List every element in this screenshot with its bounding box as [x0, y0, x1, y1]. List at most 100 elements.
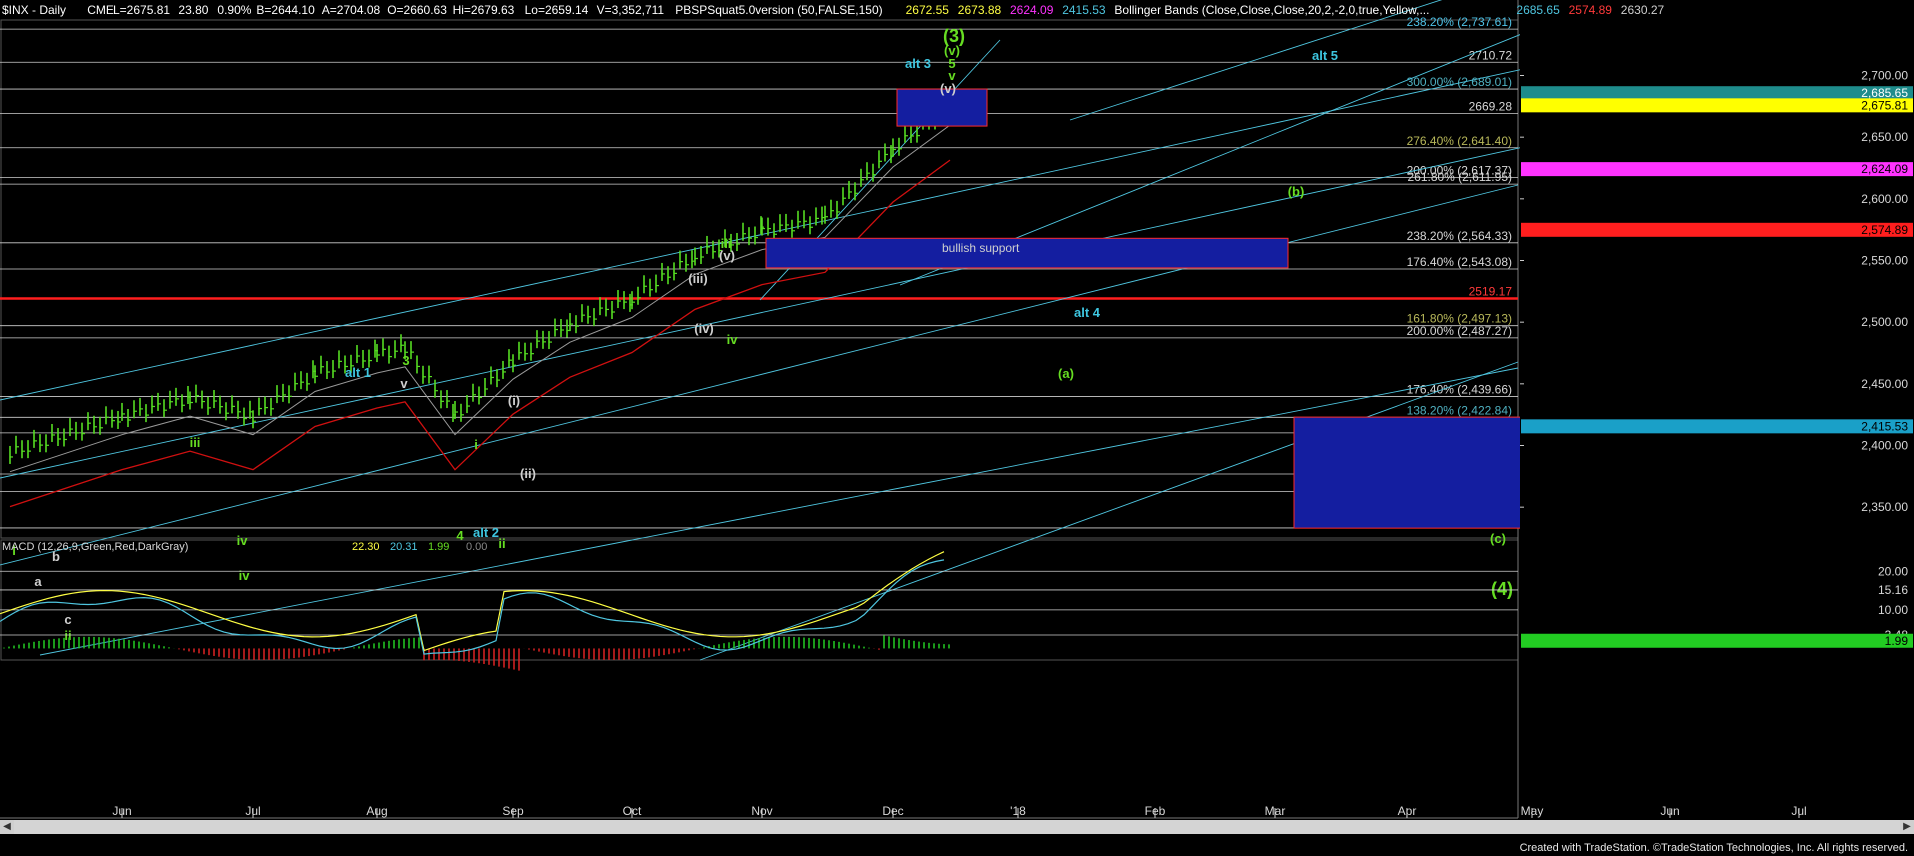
price-tag [1521, 222, 1913, 237]
wave-label: (ii) [520, 466, 536, 481]
macd-value: 22.30 [352, 541, 380, 553]
wave-label: iv [727, 332, 739, 347]
bullish-support-label: bullish support [942, 241, 1020, 255]
wave-label: alt 3 [905, 56, 931, 71]
wave-label: v [400, 376, 408, 391]
wave-label: (4) [1491, 579, 1513, 599]
wave-label: c [64, 612, 71, 627]
wave-label: (iv) [694, 321, 714, 336]
time-tick-label: Jul [245, 804, 260, 818]
wave-label: alt 1 [345, 365, 371, 380]
chart-window: 238.20% (2,737.61) 2710.72 300.00% (2,689.… [0, 0, 1914, 856]
wave-label: iii [190, 435, 201, 450]
price-tag [1521, 98, 1913, 113]
fib-label: 2710.72 [1469, 48, 1513, 62]
time-tick-label: May [1521, 804, 1544, 818]
wave-label: iv [237, 533, 249, 548]
wave-label: (iii) [688, 271, 708, 286]
time-tick-label: Aug [366, 804, 387, 818]
header-field: O=2660.63 [387, 3, 447, 17]
time-tick-label: Jun [1660, 804, 1679, 818]
price-tick-label: 2,400.00 [1861, 439, 1908, 453]
header-field: PBSPSquat5.0version (50,FALSE,150) [675, 3, 882, 17]
fib-label: 200.00% (2,487.27) [1407, 324, 1512, 338]
horizontal-scrollbar[interactable]: ◀ ▶ [0, 820, 1914, 834]
macd-value: 0.00 [466, 541, 487, 553]
macd-tick-label: 10.00 [1878, 603, 1908, 617]
price-tick-label: 2,700.00 [1861, 69, 1908, 83]
price-tag-label: 2,675.81 [1861, 98, 1908, 112]
wave-label: ii [498, 536, 505, 551]
macd-signal-line [0, 559, 945, 655]
wave-label: i [474, 437, 478, 452]
price-tick-label: 2,450.00 [1861, 377, 1908, 391]
scroll-left-icon[interactable]: ◀ [0, 820, 14, 834]
header-field: 23.80 [178, 3, 208, 17]
fib-label: 176.40% (2,543.08) [1407, 255, 1512, 269]
time-tick-label: Apr [1398, 804, 1417, 818]
price-tag [1521, 419, 1913, 434]
fib-label: 300.00% (2,689.01) [1407, 75, 1512, 89]
header-field: Bollinger Bands (Close,Close,Close,20,2,… [1114, 3, 1429, 17]
header-field: 2685.65 [1516, 3, 1560, 17]
time-tick-label: Jul [1791, 804, 1806, 818]
header-field: V=3,352,711 [597, 3, 665, 17]
price-tick-label: 2,550.00 [1861, 254, 1908, 268]
moving-average-line [9, 159, 951, 508]
price-tick-label: 2,350.00 [1861, 500, 1908, 514]
header-field: 2624.09 [1010, 3, 1054, 17]
header-field: CME [87, 3, 114, 17]
fib-label: 2669.28 [1469, 99, 1513, 113]
header-field: 2630.27 [1621, 3, 1665, 17]
wave-label: ii [64, 628, 71, 643]
trend-line [0, 21, 1741, 401]
time-tick-label: Nov [751, 804, 772, 818]
header-field: Lo=2659.14 [525, 3, 589, 17]
price-tag-label: 2,415.53 [1861, 419, 1908, 433]
fib-label: 261.80% (2,611.95) [1407, 170, 1512, 184]
header-field: Hi=2679.63 [453, 3, 515, 17]
wave-label: (i) [508, 393, 520, 408]
header-field: B=2644.10 [256, 3, 315, 17]
fib-label: 176.40% (2,439.66) [1407, 383, 1512, 397]
fib-label: 238.20% (2,564.33) [1407, 229, 1512, 243]
wave-label: alt 2 [473, 525, 499, 540]
time-tick-label: Mar [1265, 804, 1286, 818]
fib-label: 2519.17 [1469, 285, 1513, 299]
wave-label: 3 [402, 353, 409, 368]
time-tick-label: '18 [1010, 804, 1026, 818]
wave-label: alt 5 [1312, 48, 1338, 63]
macd-tick-label: 20.00 [1878, 564, 1908, 578]
price-tick-label: 2,500.00 [1861, 315, 1908, 329]
price-chart[interactable]: 238.20% (2,737.61) 2710.72 300.00% (2,689.… [0, 0, 1914, 856]
header-field: 2673.88 [958, 3, 1002, 17]
fib-label: 276.40% (2,641.40) [1407, 134, 1512, 148]
price-tick-label: 2,600.00 [1861, 192, 1908, 206]
wave-label: (a) [1058, 366, 1074, 381]
wave-label: 4 [456, 528, 464, 543]
macd-value: 20.31 [390, 541, 418, 553]
header-field: L=2675.81 [113, 3, 170, 17]
price-tag-label: 2,574.89 [1861, 223, 1908, 237]
wave-label: alt 4 [1074, 305, 1101, 320]
trend-line [0, 184, 1519, 566]
price-axis-bg [1520, 0, 1914, 820]
price-tag [1521, 162, 1913, 177]
macd-value: 1.99 [428, 541, 449, 553]
time-tick-label: Feb [1145, 804, 1166, 818]
price-tag-label: 2,624.09 [1861, 162, 1908, 176]
macd-tag [1521, 633, 1913, 648]
macd-label: MACD (12,26,9,Green,Red,DarkGray) [2, 541, 188, 553]
fib-label: 238.20% (2,737.61) [1407, 15, 1512, 29]
time-tick-label: Dec [882, 804, 903, 818]
wave-label: iv [239, 568, 251, 583]
header-field: A=2704.08 [322, 3, 381, 17]
fib-label: 138.20% (2,422.84) [1407, 403, 1512, 417]
wave-label: a [34, 574, 42, 589]
support-box [765, 237, 1289, 269]
price-panel-border [0, 19, 1519, 539]
macd-tag-label: 1.99 [1885, 634, 1909, 648]
price-tick-label: 2,650.00 [1861, 130, 1908, 144]
scroll-right-icon[interactable]: ▶ [1900, 820, 1914, 834]
header-field: 2574.89 [1569, 3, 1613, 17]
